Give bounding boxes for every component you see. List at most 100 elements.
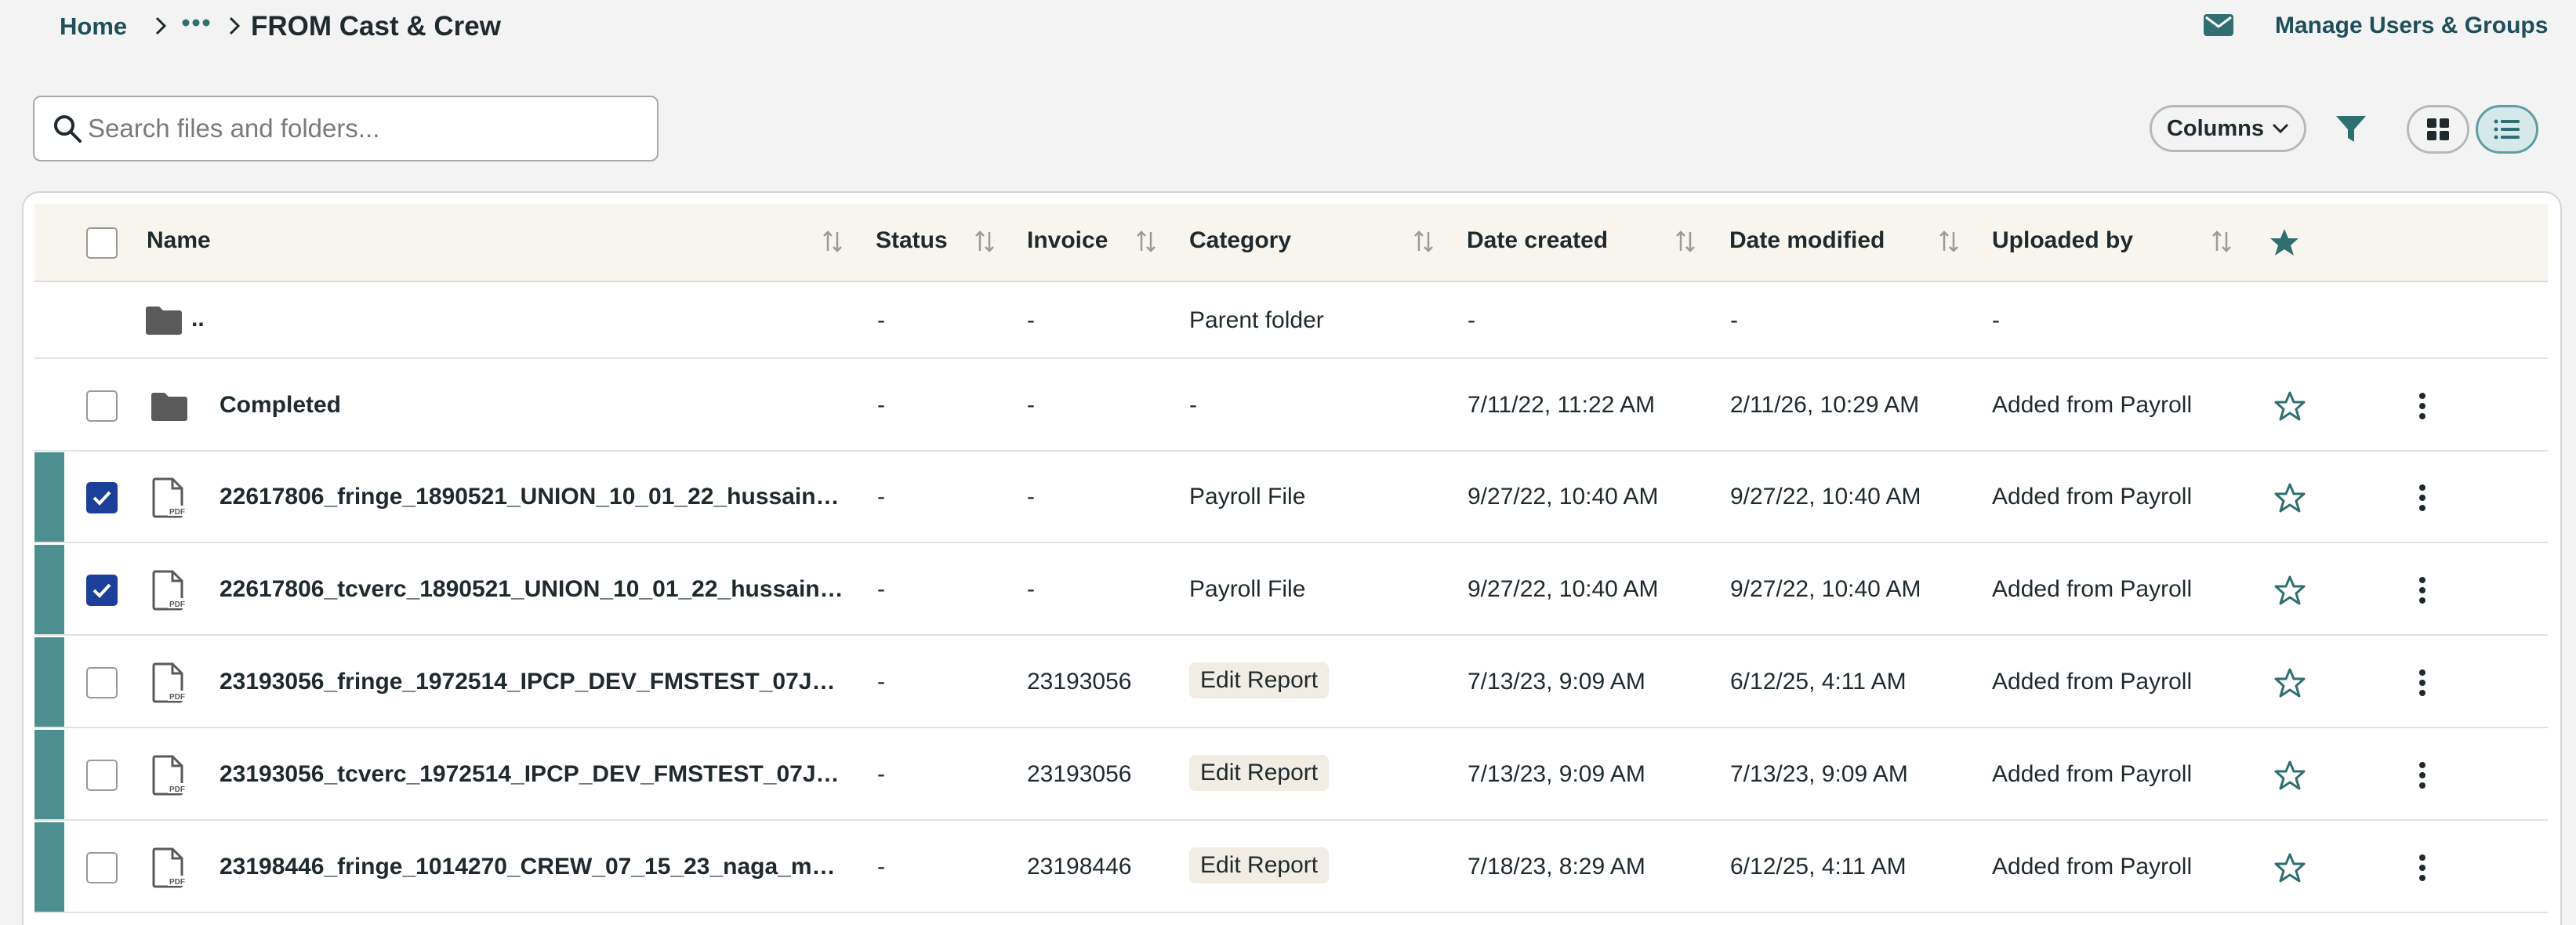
- cell-status: -: [877, 484, 885, 510]
- header-uploaded-by[interactable]: Uploaded by: [1992, 227, 2133, 254]
- row-name[interactable]: Completed: [220, 392, 341, 419]
- row-checkbox[interactable]: [86, 852, 118, 883]
- breadcrumb-current: FROM Cast & Crew: [251, 11, 501, 42]
- cell-uploaded-by: Added from Payroll: [1992, 484, 2193, 510]
- row-selection-bar: [34, 637, 64, 727]
- checkmark-icon: [93, 583, 111, 598]
- row-name[interactable]: 23198446_fringe_1014270_CREW_07_15_23_na…: [220, 854, 847, 880]
- svg-text:PDF: PDF: [169, 600, 185, 609]
- table-row[interactable]: PDF 23198446_fringe_1014270_CREW_07_15_23…: [34, 822, 2548, 913]
- pdf-file-icon: PDF: [152, 755, 188, 796]
- row-name[interactable]: 22617806_fringe_1890521_UNION_10_01_22_h…: [220, 484, 847, 510]
- header-status[interactable]: Status: [876, 227, 948, 254]
- row-checkbox[interactable]: [86, 390, 118, 422]
- search-box[interactable]: [33, 96, 659, 161]
- row-name[interactable]: 22617806_tcverc_1890521_UNION_10_01_22_h…: [220, 576, 847, 603]
- parent-folder-name[interactable]: ..: [191, 306, 205, 332]
- category-badge: Edit Report: [1189, 847, 1330, 883]
- table-row[interactable]: PDF 23193056_tcverc_1972514_IPCP_DEV_FMST…: [34, 730, 2548, 821]
- cell-status: -: [877, 576, 885, 602]
- row-name[interactable]: 23193056_fringe_1972514_IPCP_DEV_FMSTEST…: [220, 669, 847, 695]
- cell-date-created: 9/27/22, 10:40 AM: [1468, 484, 1659, 510]
- cell-date-modified: 6/12/25, 4:11 AM: [1730, 669, 1907, 695]
- columns-button[interactable]: Columns: [2150, 105, 2306, 152]
- category-badge: Edit Report: [1189, 755, 1330, 791]
- header-invoice[interactable]: Invoice: [1027, 227, 1108, 254]
- parent-folder-row[interactable]: .. - - Parent folder - - -: [34, 282, 2548, 359]
- search-input[interactable]: [88, 108, 637, 149]
- svg-text:PDF: PDF: [169, 785, 185, 794]
- cell-uploaded-by: Added from Payroll: [1992, 392, 2193, 418]
- star-icon[interactable]: [2273, 760, 2306, 791]
- cell-status: -: [877, 761, 885, 787]
- breadcrumb-home-link[interactable]: Home: [60, 13, 127, 41]
- ellipsis-icon[interactable]: [182, 17, 210, 28]
- cell-category: Payroll File: [1189, 484, 1306, 510]
- kebab-menu-icon[interactable]: [2418, 392, 2427, 420]
- filter-icon[interactable]: [2335, 114, 2367, 145]
- sort-icon[interactable]: [974, 229, 996, 254]
- sort-icon[interactable]: [1135, 229, 1157, 254]
- manage-users-groups-link[interactable]: Manage Users & Groups: [2275, 13, 2548, 39]
- search-icon: [54, 115, 82, 143]
- star-icon[interactable]: [2273, 482, 2306, 513]
- row-checkbox[interactable]: [86, 667, 118, 698]
- list-view-icon: [2494, 119, 2520, 140]
- mail-icon[interactable]: [2203, 13, 2234, 37]
- star-icon[interactable]: [2273, 575, 2306, 606]
- folder-icon: [146, 307, 182, 335]
- cell-date-modified: 9/27/22, 10:40 AM: [1730, 484, 1921, 510]
- sort-icon[interactable]: [1674, 229, 1696, 254]
- cell-uploaded-by: Added from Payroll: [1992, 761, 2193, 787]
- cell-date-created: 9/27/22, 10:40 AM: [1468, 576, 1659, 602]
- cell-invoice: 23198446: [1027, 854, 1132, 880]
- cell-invoice: -: [1027, 392, 1035, 418]
- cell-date-created: 7/18/23, 8:29 AM: [1468, 854, 1645, 880]
- star-icon[interactable]: [2273, 667, 2306, 698]
- svg-text:PDF: PDF: [169, 508, 185, 517]
- table-row[interactable]: PDF 22617806_tcverc_1890521_UNION_10_01_2…: [34, 545, 2548, 636]
- star-icon[interactable]: [2273, 390, 2306, 422]
- favorites-header-star-icon[interactable]: [2269, 227, 2300, 257]
- row-checkbox[interactable]: [86, 482, 118, 513]
- list-view-button[interactable]: [2476, 105, 2538, 154]
- cell-date-created: 7/13/23, 9:09 AM: [1468, 669, 1645, 695]
- folder-icon: [151, 393, 187, 421]
- sort-icon[interactable]: [822, 229, 844, 254]
- star-icon[interactable]: [2273, 852, 2306, 883]
- cell-status: -: [877, 854, 885, 880]
- table-row[interactable]: PDF 22617806_fringe_1890521_UNION_10_01_2…: [34, 452, 2548, 543]
- kebab-menu-icon[interactable]: [2418, 484, 2427, 512]
- row-name[interactable]: 23193056_tcverc_1972514_IPCP_DEV_FMSTEST…: [220, 761, 847, 788]
- cell-category: -: [1189, 392, 1197, 418]
- row-selection-bar: [34, 730, 64, 819]
- cell-date-created: 7/11/22, 11:22 AM: [1468, 392, 1656, 418]
- row-checkbox[interactable]: [86, 575, 118, 606]
- pdf-file-icon: PDF: [152, 662, 188, 703]
- sort-icon[interactable]: [2211, 229, 2233, 254]
- chevron-right-icon: [229, 16, 241, 35]
- grid-view-button[interactable]: [2407, 105, 2469, 154]
- kebab-menu-icon[interactable]: [2418, 669, 2427, 697]
- select-all-checkbox[interactable]: [86, 227, 118, 259]
- header-date-created[interactable]: Date created: [1467, 227, 1608, 254]
- kebab-menu-icon[interactable]: [2418, 854, 2427, 882]
- kebab-menu-icon[interactable]: [2418, 576, 2427, 604]
- table-row[interactable]: Completed - - - 7/11/22, 11:22 AM 2/11/26, 10…: [34, 361, 2548, 452]
- header-date-modified[interactable]: Date modified: [1729, 227, 1885, 254]
- kebab-menu-icon[interactable]: [2418, 761, 2427, 789]
- cell-uploaded-by: Added from Payroll: [1992, 854, 2193, 880]
- cell-status: -: [877, 307, 885, 333]
- sort-icon[interactable]: [1938, 229, 1960, 254]
- header-name[interactable]: Name: [147, 227, 211, 254]
- table-row[interactable]: PDF 23193056_fringe_1972514_IPCP_DEV_FMST…: [34, 637, 2548, 728]
- cell-invoice: 23193056: [1027, 761, 1132, 787]
- cell-uploaded-by: Added from Payroll: [1992, 669, 2193, 695]
- category-badge: Edit Report: [1189, 662, 1330, 698]
- table-header: Name Status Invoice Category Date create…: [34, 204, 2548, 282]
- header-category[interactable]: Category: [1189, 227, 1291, 254]
- row-checkbox[interactable]: [86, 760, 118, 791]
- cell-invoice: -: [1027, 307, 1035, 333]
- cell-date-created: -: [1468, 307, 1475, 333]
- sort-icon[interactable]: [1413, 229, 1435, 254]
